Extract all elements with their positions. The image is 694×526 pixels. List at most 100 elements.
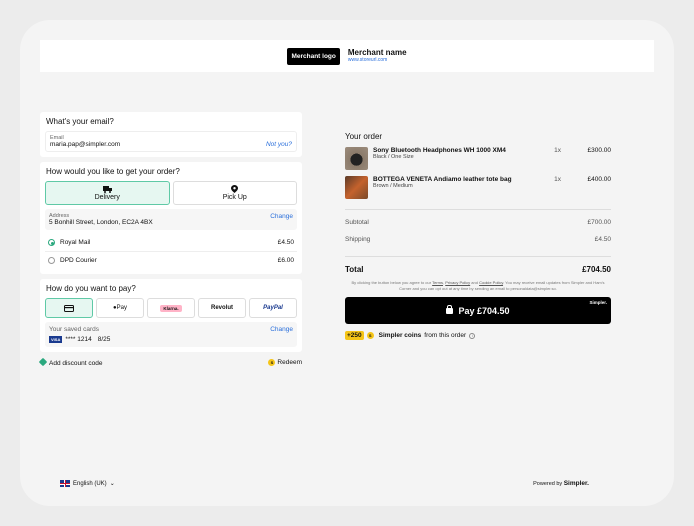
pay-method-klarna[interactable]: Klarna. (147, 298, 195, 318)
tab-pickup[interactable]: Pick Up (172, 181, 297, 205)
address-box: Address 5 Bonhill Street, London, EC2A 4… (45, 209, 297, 230)
shipping-price: £4.50 (277, 239, 294, 246)
visa-icon: VISA (49, 336, 63, 343)
order-summary: Your order Sony Bluetooth Headphones WH … (345, 132, 611, 341)
pay-method-card[interactable] (45, 298, 93, 318)
powered-by-label: Powered by (533, 481, 563, 487)
item-name-text: Sony Bluetooth Headphones WH 1000 XM4 (373, 147, 506, 154)
divider (345, 256, 611, 257)
shipping-price: £6.00 (277, 257, 294, 264)
subtotal-row: Subtotal £700.00 (345, 214, 611, 231)
subtotal-label: Subtotal (345, 219, 369, 226)
delivery-title: How would you like to get your order? (46, 167, 180, 176)
not-you-link[interactable]: Not you? (266, 141, 292, 148)
merchant-logo: Merchant logo (287, 47, 340, 65)
tab-delivery-label: Delivery (94, 193, 120, 201)
address-value: 5 Bonhill Street, London, EC2A 4BX (49, 219, 153, 226)
change-address-link[interactable]: Change (270, 213, 293, 220)
saved-card[interactable]: VISA **** 1214 8/25 (49, 336, 293, 343)
payment-methods: ● Pay Klarna. Revolut PayPal (45, 298, 297, 318)
chevron-down-icon: ⌄ (109, 481, 115, 487)
add-discount-button[interactable]: Add discount code (38, 357, 103, 367)
pay-method-revolut[interactable]: Revolut (198, 298, 246, 318)
headphones-image (345, 147, 368, 170)
email-card: What's your email? Email maria.pap@simpl… (40, 112, 302, 157)
coin-icon: S (366, 332, 374, 340)
divider (345, 209, 611, 210)
email-title: What's your email? (46, 117, 114, 126)
coin-icon: S (268, 359, 276, 367)
item-price: £400.00 (587, 176, 612, 183)
email-value: maria.pap@simpler.com (50, 141, 121, 148)
merchant-name: Merchant name (347, 47, 407, 57)
total-label: Total (345, 265, 364, 274)
coins-suffix: from this order (424, 332, 467, 340)
email-field[interactable]: Email maria.pap@simpler.com Not you? (45, 131, 297, 152)
coins-amount: +250 (345, 331, 364, 341)
apple-pay-label: Pay (116, 305, 127, 311)
checkout-frame: Merchant logo Merchant name www.storeurl… (20, 20, 674, 506)
saved-cards: Your saved cards Change VISA **** 1214 8… (45, 322, 297, 347)
order-title: Your order (345, 132, 383, 141)
shipping-option-royal-mail[interactable]: Royal Mail £4.50 (45, 234, 297, 252)
tab-pickup-label: Pick Up (222, 194, 247, 201)
klarna-label: Klarna. (160, 304, 182, 312)
simpler-badge: Simpler. (589, 300, 607, 306)
shipping-name: DPD Courier (60, 257, 97, 264)
tab-delivery[interactable]: Delivery (45, 181, 170, 205)
payment-card: How do you want to pay? ● Pay Klarna. Rev… (40, 279, 302, 352)
lock-icon (446, 304, 454, 314)
card-expiry: 8/25 (97, 336, 111, 343)
language-label: English (UK) (73, 480, 107, 487)
shipping-value: £4.50 (594, 236, 611, 243)
pay-button[interactable]: Pay £704.50 Simpler. (345, 297, 611, 325)
redeem-button[interactable]: S Redeem (268, 359, 302, 367)
terms-link[interactable]: Terms (432, 280, 443, 285)
legal-text: By clicking the button below you agree t… (351, 280, 605, 291)
truck-icon (102, 185, 112, 193)
legal-text-1: By clicking the button below you agree t… (351, 280, 432, 285)
total-value: £704.50 (582, 265, 611, 274)
shipping-label: Shipping (345, 236, 371, 243)
pay-button-label: Pay £704.50 (458, 305, 510, 316)
radio-selected[interactable] (48, 239, 55, 246)
shipping-name: Royal Mail (60, 239, 91, 246)
item-name: BOTTEGA VENETA Andiamo leather tote bag B… (373, 176, 543, 199)
add-discount-label: Add discount code (49, 360, 103, 367)
item-qty: 1x (554, 147, 561, 154)
item-qty: 1x (554, 176, 561, 183)
radio-unselected[interactable] (48, 257, 55, 264)
checkout-form: What's your email? Email maria.pap@simpl… (38, 112, 302, 369)
merchant-url[interactable]: www.storeurl.com (348, 57, 407, 63)
change-card-link[interactable]: Change (270, 326, 293, 333)
order-item: BOTTEGA VENETA Andiamo leather tote bag B… (345, 176, 611, 199)
pay-method-apple-pay[interactable]: ● Pay (96, 298, 144, 318)
item-variant: Black / One Size (373, 154, 414, 160)
order-item: Sony Bluetooth Headphones WH 1000 XM4 Bla… (345, 147, 611, 170)
subtotal-value: £700.00 (587, 219, 612, 226)
item-name-text: BOTTEGA VENETA Andiamo leather tote bag (373, 176, 512, 183)
revolut-label: Revolut (210, 305, 233, 311)
total-row: Total £704.50 (345, 261, 611, 280)
location-pin-icon (231, 185, 239, 193)
uk-flag-icon (60, 480, 70, 487)
simpler-logo: Simpler. (563, 480, 589, 487)
shipping-row: Shipping £4.50 (345, 231, 611, 248)
redeem-label: Redeem (277, 359, 302, 367)
delivery-tabs: Delivery Pick Up (45, 181, 297, 205)
saved-cards-label: Your saved cards (49, 326, 99, 333)
language-selector[interactable]: English (UK) ⌄ (60, 480, 115, 487)
powered-by: Powered by Simpler. (533, 480, 589, 487)
shipping-option-dpd[interactable]: DPD Courier £6.00 (45, 252, 297, 269)
paypal-label: PayPal (263, 305, 283, 311)
item-name: Sony Bluetooth Headphones WH 1000 XM4 Bla… (373, 147, 543, 170)
privacy-link[interactable]: Privacy Policy (445, 280, 470, 285)
cookie-link[interactable]: Cookie Policy (479, 280, 503, 285)
info-icon[interactable]: i (469, 332, 476, 339)
delivery-card: How would you like to get your order? De… (40, 162, 302, 274)
pay-method-paypal[interactable]: PayPal (249, 298, 297, 318)
merchant-header: Merchant logo Merchant name www.storeurl… (40, 40, 654, 72)
discount-row: Add discount code S Redeem (38, 357, 302, 369)
card-number: **** 1214 (65, 336, 92, 343)
item-variant: Brown / Medium (373, 183, 413, 189)
